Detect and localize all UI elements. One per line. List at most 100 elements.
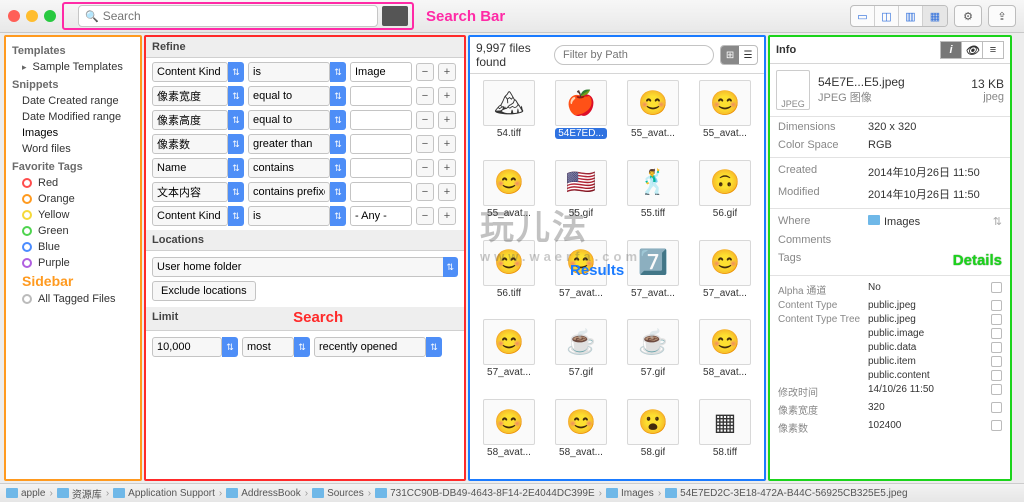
sidebar-tag-red[interactable]: Red [12,175,134,191]
add-row-button[interactable]: + [438,207,456,225]
remove-row-button[interactable]: − [416,183,434,201]
result-item[interactable]: 7️⃣ 57_avat... [620,240,686,314]
add-row-button[interactable]: + [438,159,456,177]
refine-op-select[interactable] [248,182,330,202]
refine-field-select[interactable] [152,134,228,154]
path-segment[interactable]: 54E7ED2C-3E18-472A-B44C-56925CB325E5.jpe… [665,488,907,499]
checkbox[interactable] [991,300,1002,311]
path-segment[interactable]: 资源库 [57,486,102,501]
chevron-updown-icon[interactable]: ⇅ [330,182,346,202]
result-item[interactable]: 😊 55_avat... [692,80,758,154]
checkbox[interactable] [991,370,1002,381]
result-item[interactable]: 🏔 54.tiff [476,80,542,154]
gear-icon[interactable]: ⚙ [954,5,982,27]
refine-field-select[interactable] [152,206,228,226]
sidebar-item-sample-templates[interactable]: ▸Sample Templates [12,59,134,75]
limit-order-select[interactable] [314,337,426,357]
checkbox[interactable] [991,384,1002,395]
refine-field-select[interactable] [152,86,228,106]
refine-op-select[interactable] [248,86,330,106]
menu-tab-icon[interactable]: ≡ [982,41,1004,59]
preview-tab-icon[interactable]: 👁 [961,41,983,59]
sidebar-tag-yellow[interactable]: Yellow [12,207,134,223]
checkbox[interactable] [991,342,1002,353]
remove-row-button[interactable]: − [416,63,434,81]
chevron-updown-icon[interactable]: ⇅ [228,62,244,82]
list-view-icon[interactable]: ☰ [739,46,757,64]
minimize-icon[interactable] [26,10,38,22]
remove-row-button[interactable]: − [416,207,434,225]
sidebar-item-date-created[interactable]: Date Created range [12,93,134,109]
search-field-wrap[interactable]: 🔍 [78,5,378,27]
layout-3-icon[interactable]: ▥ [899,6,923,26]
checkbox[interactable] [991,420,1002,431]
path-segment[interactable]: Sources [312,488,364,499]
path-segment[interactable]: Images [606,488,654,499]
refine-field-select[interactable] [152,110,228,130]
refine-op-select[interactable] [248,110,330,130]
checkbox[interactable] [991,356,1002,367]
chevron-updown-icon[interactable]: ⇅ [443,257,458,277]
layout-2-icon[interactable]: ◫ [875,6,899,26]
result-item[interactable]: ▦ 58.tiff [692,399,758,473]
share-icon[interactable]: ⇪ [988,5,1016,27]
result-item[interactable]: 😊 58_avat... [692,319,758,393]
path-segment[interactable]: AddressBook [226,488,300,499]
chevron-updown-icon[interactable]: ⇅ [330,62,346,82]
search-input[interactable] [103,9,371,23]
layout-1-icon[interactable]: ▭ [851,6,875,26]
result-item[interactable]: 🙃 56.gif [692,160,758,234]
chevron-updown-icon[interactable]: ⇅ [330,110,346,130]
chevron-updown-icon[interactable]: ⇅ [330,86,346,106]
remove-row-button[interactable]: − [416,159,434,177]
chevron-updown-icon[interactable]: ⇅ [228,110,244,130]
result-item[interactable]: 😊 57_avat... [692,240,758,314]
where-value[interactable]: Images⇅ [868,215,1002,228]
result-item[interactable]: 😊 58_avat... [476,399,542,473]
refine-field-select[interactable] [152,158,228,178]
add-row-button[interactable]: + [438,183,456,201]
result-item[interactable]: 😊 55_avat... [476,160,542,234]
add-row-button[interactable]: + [438,135,456,153]
checkbox[interactable] [991,328,1002,339]
sidebar-item-images[interactable]: Images [12,125,134,141]
add-row-button[interactable]: + [438,63,456,81]
close-icon[interactable] [8,10,20,22]
path-segment[interactable]: 731CC90B-DB49-4643-8F14-2E4044DC399E [375,488,595,499]
chevron-updown-icon[interactable]: ⇅ [228,134,244,154]
limit-count-select[interactable] [152,337,222,357]
chevron-updown-icon[interactable]: ⇅ [228,86,244,106]
refine-value-input[interactable] [350,62,412,82]
chevron-updown-icon[interactable]: ⇅ [330,134,346,154]
sidebar-tag-orange[interactable]: Orange [12,191,134,207]
filter-path-input[interactable] [554,45,714,65]
chevron-updown-icon[interactable]: ⇅ [228,182,244,202]
remove-row-button[interactable]: − [416,111,434,129]
path-segment[interactable]: Application Support [113,488,215,499]
result-item[interactable]: 🕺 55.tiff [620,160,686,234]
add-row-button[interactable]: + [438,87,456,105]
chevron-updown-icon[interactable]: ⇅ [228,206,244,226]
chevron-updown-icon[interactable]: ⇅ [330,158,346,178]
view-mode-segmented[interactable]: ⊞ ☰ [720,45,758,65]
checkbox[interactable] [991,282,1002,293]
refine-op-select[interactable] [248,206,330,226]
chevron-updown-icon[interactable]: ⇅ [222,337,238,357]
grid-view-icon[interactable]: ⊞ [721,46,739,64]
chevron-updown-icon[interactable]: ⇅ [330,206,346,226]
result-item[interactable]: 😮 58.gif [620,399,686,473]
info-tab-icon[interactable]: i [940,41,962,59]
chevron-updown-icon[interactable]: ⇅ [294,337,310,357]
sidebar-item-date-modified[interactable]: Date Modified range [12,109,134,125]
remove-row-button[interactable]: − [416,135,434,153]
refine-value-input[interactable] [350,158,412,178]
checkbox[interactable] [991,314,1002,325]
chevron-updown-icon[interactable]: ⇅ [993,215,1002,228]
result-item[interactable]: 😊 55_avat... [620,80,686,154]
result-item[interactable]: 😊 57_avat... [476,319,542,393]
refine-value-input[interactable] [350,206,412,226]
chevron-updown-icon[interactable]: ⇅ [228,158,244,178]
refine-field-select[interactable] [152,182,228,202]
sidebar-tag-blue[interactable]: Blue [12,239,134,255]
search-scope-button[interactable] [382,6,408,26]
